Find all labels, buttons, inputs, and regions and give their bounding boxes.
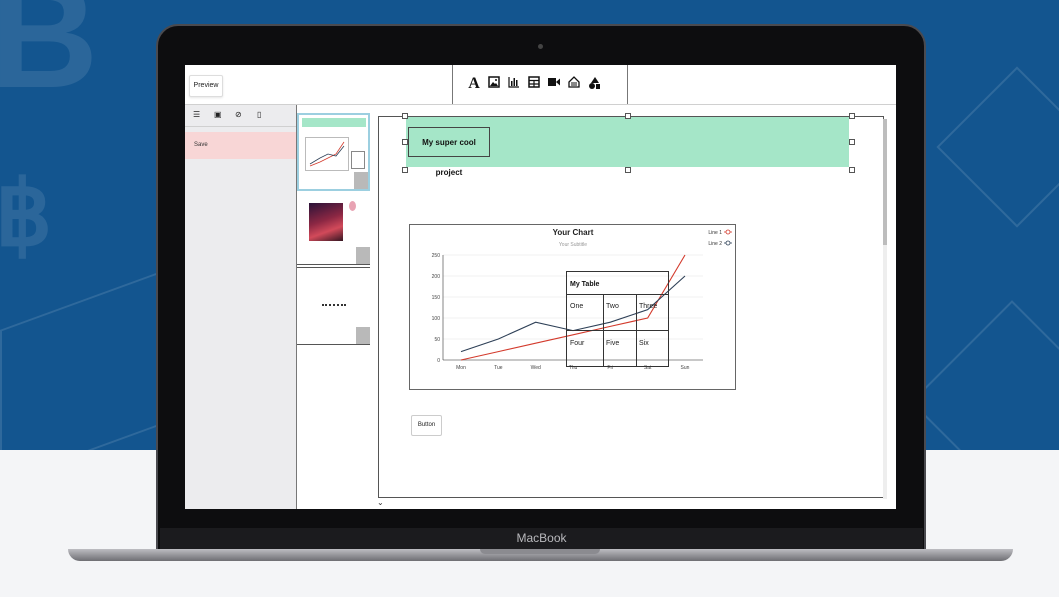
- slide-title[interactable]: My super cool project: [408, 127, 490, 177]
- resize-handle[interactable]: [849, 139, 855, 145]
- table-cell: Five: [606, 340, 620, 347]
- thumbnail-header: [302, 118, 366, 127]
- table-cell: Four: [570, 340, 585, 347]
- left-panel-toolbar: ☰ ▣ ⊘ ▯: [185, 105, 296, 127]
- embed-tool-icon[interactable]: [567, 76, 581, 92]
- resize-handle[interactable]: [402, 113, 408, 119]
- table-divider: [567, 294, 668, 295]
- legend-label: Line 2: [708, 241, 722, 247]
- y-tick-label: 50: [434, 337, 440, 343]
- camera-icon: [538, 44, 543, 49]
- scrollbar-thumb[interactable]: [883, 119, 887, 245]
- resize-handle[interactable]: [625, 113, 631, 119]
- legend-marker: [725, 229, 731, 235]
- thumbnail-drag-handle[interactable]: [356, 247, 370, 264]
- y-tick-label: 200: [432, 274, 441, 280]
- table-cell: Two: [606, 303, 619, 310]
- resize-handle[interactable]: [402, 139, 408, 145]
- chart-subtitle: Your Subtitle: [559, 242, 587, 248]
- image-tool-icon[interactable]: [487, 76, 501, 92]
- slide-thumbnails: [297, 105, 371, 509]
- table-tool-icon[interactable]: [527, 76, 541, 92]
- left-panel: ☰ ▣ ⊘ ▯ Save: [185, 105, 297, 509]
- thumbnail-drag-handle[interactable]: [354, 172, 368, 189]
- background-shape: [936, 66, 1059, 228]
- slide-thumbnail[interactable]: [297, 267, 370, 345]
- table-title: My Table: [570, 281, 600, 288]
- background-currency-icon: ฿: [0, 165, 53, 265]
- resize-handle[interactable]: [849, 167, 855, 173]
- resize-handle[interactable]: [625, 167, 631, 173]
- page-icon[interactable]: ▯: [257, 110, 261, 119]
- thumbnail-dot: [349, 201, 356, 211]
- table-cell: One: [570, 303, 584, 310]
- slide-thumbnail[interactable]: [297, 195, 370, 265]
- legend-marker: [725, 240, 731, 246]
- insert-tool-group: A: [452, 65, 628, 104]
- x-tick-label: Wed: [531, 365, 541, 371]
- laptop-notch: [480, 549, 600, 554]
- thumbnail-icons: [322, 304, 346, 309]
- text-tool-icon[interactable]: A: [467, 76, 481, 92]
- video-tool-icon[interactable]: [547, 76, 561, 92]
- thumbnail-image: [309, 203, 343, 241]
- vertical-scrollbar[interactable]: [883, 119, 887, 499]
- background-letter-icon: B: [0, 0, 99, 119]
- chevron-down-icon[interactable]: ⌄: [377, 498, 384, 507]
- save-button[interactable]: Save: [185, 132, 296, 159]
- slide-button[interactable]: Button: [411, 415, 442, 436]
- x-tick-label: Tue: [494, 365, 503, 371]
- slide-thumbnail[interactable]: [297, 113, 370, 191]
- table-widget[interactable]: My Table One Two Three Four Five Six: [566, 271, 669, 367]
- thumbnail-drag-handle[interactable]: [356, 327, 370, 344]
- legend-label: Line 1: [708, 230, 722, 236]
- chart-title: Your Chart: [553, 228, 594, 237]
- resize-handle[interactable]: [402, 167, 408, 173]
- thumbnail-table: [351, 151, 365, 169]
- shapes-tool-icon[interactable]: [587, 76, 601, 92]
- table-divider: [567, 330, 668, 331]
- y-tick-label: 250: [432, 253, 441, 259]
- table-cell: Six: [639, 340, 649, 347]
- thumbnail-chart: [305, 137, 349, 171]
- y-tick-label: 100: [432, 316, 441, 322]
- table-divider: [636, 294, 637, 366]
- x-tick-label: Mon: [456, 365, 466, 371]
- no-fill-icon[interactable]: ⊘: [235, 110, 242, 119]
- y-tick-label: 0: [437, 358, 440, 364]
- resize-handle[interactable]: [849, 113, 855, 119]
- x-tick-label: Sun: [681, 365, 690, 371]
- laptop-brand-label: MacBook: [516, 531, 567, 545]
- y-tick-label: 150: [432, 295, 441, 301]
- table-divider: [603, 294, 604, 366]
- chart-tool-icon[interactable]: [507, 76, 521, 92]
- table-cell: Three: [639, 303, 658, 310]
- preview-button[interactable]: Preview: [189, 75, 223, 97]
- top-toolbar: Preview A: [185, 65, 896, 105]
- align-icon[interactable]: ☰: [193, 110, 200, 119]
- image-icon[interactable]: ▣: [214, 110, 222, 119]
